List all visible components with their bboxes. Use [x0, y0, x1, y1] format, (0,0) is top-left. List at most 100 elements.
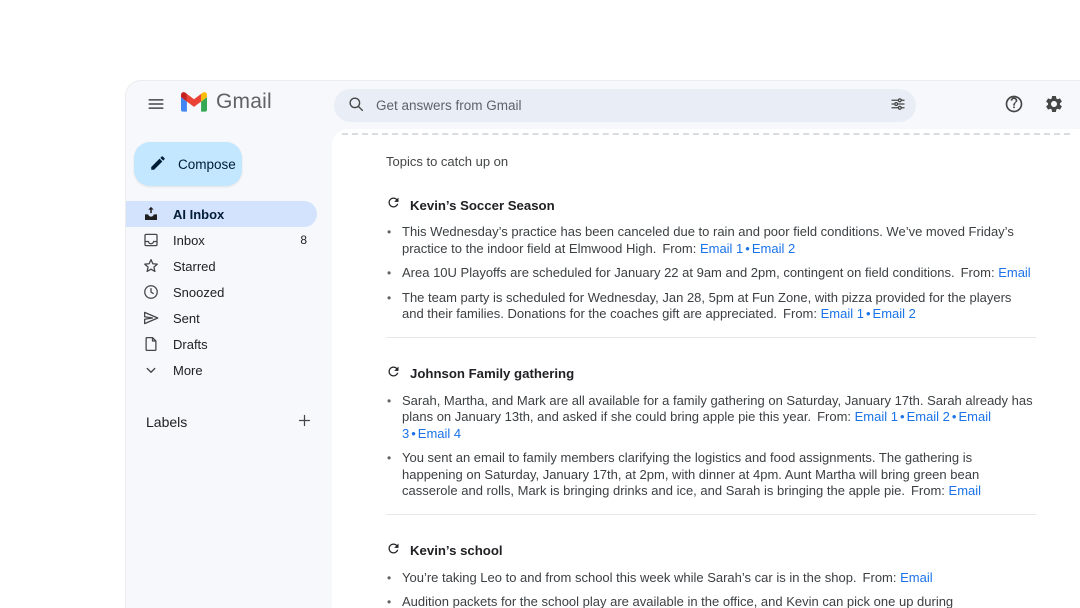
topbar-actions	[998, 89, 1070, 121]
catchup-heading: Topics to catch up on	[386, 154, 1034, 169]
email-source-link[interactable]: Email	[900, 570, 933, 585]
pencil-icon	[149, 154, 167, 175]
topic-section-header: Kevin’s school	[386, 541, 1034, 561]
compose-label: Compose	[178, 157, 236, 172]
refresh-icon	[386, 195, 401, 215]
email-source-link[interactable]: Email	[998, 265, 1031, 280]
from-label: From:	[817, 409, 851, 424]
settings-gear-icon	[1044, 94, 1064, 117]
bullet-marker: •	[387, 290, 393, 323]
topic-bullet: • Audition packets for the school play ar…	[386, 594, 1036, 608]
from-label: From:	[662, 241, 696, 256]
clock-icon	[142, 283, 160, 301]
bullet-text: Sarah, Martha, and Mark are all availabl…	[402, 393, 1036, 443]
topic-bullets: •Sarah, Martha, and Mark are all availab…	[386, 393, 1036, 500]
help-button[interactable]	[998, 89, 1030, 121]
sidebar-nav: AI Inbox Inbox8 Starred Snoozed Sent Drafts Mo…	[126, 201, 332, 383]
sidebar-item-drafts[interactable]: Drafts	[126, 331, 317, 357]
email-source-link[interactable]: Email 2	[873, 306, 916, 321]
search-icon	[347, 95, 365, 116]
labels-row: Labels	[146, 410, 316, 434]
email-source-link[interactable]: Email	[949, 483, 982, 498]
sidebar-item-more[interactable]: More	[126, 357, 317, 383]
sidebar-item-label: AI Inbox	[173, 207, 224, 222]
sidebar-item-snoozed[interactable]: Snoozed	[126, 279, 317, 305]
compose-button[interactable]: Compose	[134, 142, 242, 186]
sidebar-item-inbox[interactable]: Inbox8	[126, 227, 317, 253]
topic-section-header: Johnson Family gathering	[386, 364, 1034, 384]
inbox-icon	[142, 231, 160, 249]
link-separator: •	[743, 241, 752, 256]
hamburger-menu-icon	[147, 95, 165, 116]
sidebar: Compose AI Inbox Inbox8 Starred Snoozed Sent…	[126, 129, 332, 608]
sidebar-item-ai-inbox[interactable]: AI Inbox	[126, 201, 317, 227]
link-separator: •	[409, 426, 418, 441]
sidebar-item-label: Snoozed	[173, 285, 224, 300]
bullet-marker: •	[387, 224, 393, 257]
sidebar-item-label: Drafts	[173, 337, 208, 352]
create-label-button[interactable]	[292, 410, 316, 434]
email-source-link[interactable]: Email 2	[752, 241, 795, 256]
search-button[interactable]	[342, 92, 370, 120]
sidebar-item-label: More	[173, 363, 203, 378]
hamburger-menu-button[interactable]	[136, 85, 176, 125]
from-label: From:	[911, 483, 945, 498]
topic-bullet: •Sarah, Martha, and Mark are all availab…	[386, 393, 1036, 443]
topic-sections: Kevin’s Soccer Season •This Wednesday’s p…	[386, 195, 1034, 608]
catchup-content: Topics to catch up on Kevin’s Soccer Sea…	[332, 129, 1034, 608]
link-separator: •	[864, 306, 873, 321]
topic-section-johnson-family-gathering: Johnson Family gathering •Sarah, Martha, …	[386, 364, 1034, 500]
topic-bullet: •You sent an email to family members cla…	[386, 450, 1036, 500]
gmail-m-icon	[181, 92, 207, 112]
bullet-text: Area 10U Playoffs are scheduled for Janu…	[402, 265, 1031, 282]
email-source-link[interactable]: Email 2	[907, 409, 950, 424]
gmail-logo[interactable]: Gmail	[181, 90, 272, 114]
refresh-icon	[386, 541, 401, 561]
bullet-marker: •	[387, 450, 393, 500]
sidebar-item-starred[interactable]: Starred	[126, 253, 317, 279]
settings-button[interactable]	[1038, 89, 1070, 121]
topic-bullet: •You’re taking Leo to and from school th…	[386, 570, 1036, 587]
topic-section-header: Kevin’s Soccer Season	[386, 195, 1034, 215]
refresh-icon	[386, 364, 401, 384]
bullet-marker: •	[387, 393, 393, 443]
gmail-app-window: Gmail	[125, 80, 1080, 608]
section-divider	[386, 514, 1036, 515]
from-label: From:	[961, 265, 995, 280]
email-source-link[interactable]: Email 1	[821, 306, 864, 321]
sidebar-item-label: Inbox	[173, 233, 205, 248]
star-icon	[142, 257, 160, 275]
labels-heading: Labels	[146, 414, 187, 430]
topic-title: Kevin’s Soccer Season	[410, 198, 555, 213]
email-source-link[interactable]: Email 4	[418, 426, 461, 441]
email-source-link[interactable]: Email 1	[700, 241, 743, 256]
chevron-down-icon	[142, 361, 160, 379]
bullet-marker: •	[387, 265, 393, 282]
bullet-text: You sent an email to family members clar…	[402, 450, 1036, 500]
sidebar-item-sent[interactable]: Sent	[126, 305, 317, 331]
main-panel: Topics to catch up on Kevin’s Soccer Sea…	[332, 129, 1080, 608]
bullet-marker: •	[387, 594, 393, 608]
topic-bullet: • Area 10U Playoffs are scheduled for Jan…	[386, 265, 1036, 282]
section-divider	[386, 337, 1036, 338]
search-input[interactable]	[370, 98, 884, 113]
search-options-button[interactable]	[884, 92, 912, 120]
send-icon	[142, 309, 160, 327]
plus-icon	[296, 412, 313, 432]
bullet-text: You’re taking Leo to and from school thi…	[402, 570, 933, 587]
search-bar	[334, 89, 916, 122]
topic-section-kevin-s-school: Kevin’s school•You’re taking Leo to and …	[386, 541, 1034, 608]
top-bar: Gmail	[126, 81, 1080, 129]
email-source-link[interactable]: Email 1	[855, 409, 898, 424]
topic-title: Johnson Family gathering	[410, 366, 574, 381]
topic-section-kevin-s-soccer-season: Kevin’s Soccer Season •This Wednesday’s p…	[386, 195, 1034, 323]
sidebar-item-label: Starred	[173, 259, 216, 274]
topic-title: Kevin’s school	[410, 543, 503, 558]
topic-bullet: •The team party is scheduled for Wednesd…	[386, 290, 1036, 323]
draft-icon	[142, 335, 160, 353]
bullet-text: Audition packets for the school play are…	[402, 594, 1036, 608]
topic-bullet: •This Wednesday’s practice has been canc…	[386, 224, 1036, 257]
gmail-logo-text: Gmail	[216, 90, 272, 114]
link-separator: •	[898, 409, 907, 424]
help-icon	[1004, 94, 1024, 117]
